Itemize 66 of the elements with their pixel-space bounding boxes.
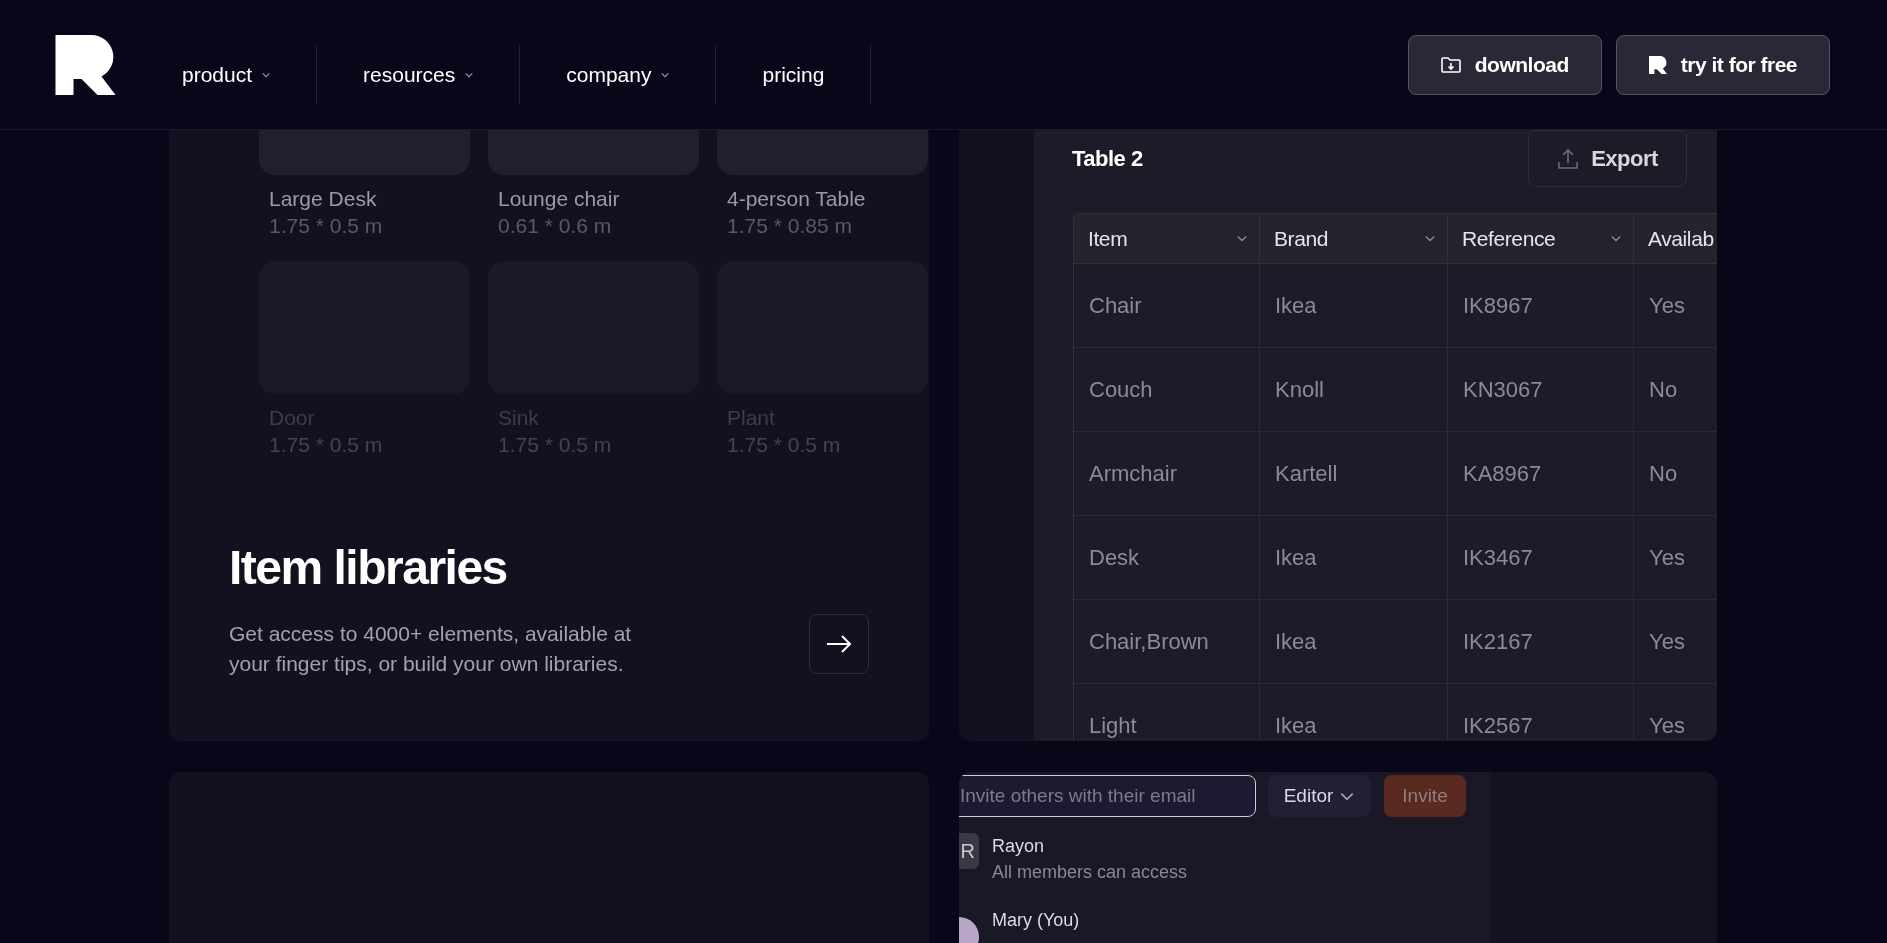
arrow-right-icon — [826, 634, 852, 654]
download-button[interactable]: download — [1407, 34, 1602, 95]
table-cell: Ikea — [1260, 684, 1448, 741]
item-thumbnail[interactable] — [717, 130, 928, 175]
member-detail: All members can access — [992, 861, 1188, 884]
email-field[interactable]: Invite others with their email — [959, 775, 1256, 817]
download-folder-icon — [1440, 55, 1461, 74]
table-cell: IK2167 — [1448, 600, 1634, 683]
chevron-down-icon — [661, 71, 670, 78]
table-cell: Knoll — [1260, 348, 1448, 431]
item-name: 4-person Table — [726, 186, 867, 212]
item-size: 1.75 * 0.5 m — [268, 213, 384, 239]
role-dropdown[interactable]: Editor — [1268, 775, 1371, 817]
table-cell: Yes — [1634, 600, 1717, 683]
card-description: Get access to 4000+ elements, available at your finger tips, or build your own libraries. — [229, 621, 633, 677]
member-name: Rayon — [992, 835, 1046, 858]
table-cell: KN3067 — [1448, 348, 1634, 431]
try-free-button[interactable]: try it for free — [1615, 34, 1830, 95]
logo-icon — [1648, 55, 1667, 74]
table-cell: Desk — [1074, 516, 1260, 599]
table-cell: No — [1634, 432, 1717, 515]
table-cell: Yes — [1634, 264, 1717, 347]
table-cell: Ikea — [1260, 264, 1448, 347]
member-name: Mary (You) — [992, 909, 1080, 932]
column-header[interactable]: Item — [1074, 214, 1260, 263]
table-cell: Armchair — [1074, 432, 1260, 515]
table-cell: No — [1634, 348, 1717, 431]
logo[interactable] — [55, 34, 116, 95]
table-cell: Yes — [1634, 684, 1717, 741]
table-cell: KA8967 — [1448, 432, 1634, 515]
member-avatar: R — [959, 833, 979, 869]
column-header[interactable]: Availab — [1634, 214, 1717, 263]
nav-link[interactable]: company — [520, 58, 716, 91]
chevron-down-icon — [1611, 235, 1621, 242]
item-name: Lounge chair — [497, 186, 621, 212]
table-title: Table 2 — [1072, 145, 1143, 173]
chevron-down-icon — [1339, 791, 1356, 801]
table-cell: IK3467 — [1448, 516, 1634, 599]
card-title: Item libraries — [228, 540, 508, 596]
table-cell: Yes — [1634, 516, 1717, 599]
column-header[interactable]: Brand — [1260, 214, 1448, 263]
table-cell: Couch — [1074, 348, 1260, 431]
item-size: 0.61 * 0.6 m — [497, 213, 613, 239]
item-thumbnail[interactable] — [488, 130, 699, 175]
table-cell: IK2567 — [1448, 684, 1634, 741]
item-thumbnail[interactable] — [259, 130, 470, 175]
table-cell: Chair — [1074, 264, 1260, 347]
export-button[interactable]: Export — [1528, 130, 1687, 187]
table-cell: Chair,Brown — [1074, 600, 1260, 683]
nav-link[interactable]: product — [136, 58, 317, 91]
table-cell: Ikea — [1260, 600, 1448, 683]
table-cell: Kartell — [1260, 432, 1448, 515]
chevron-down-icon — [1237, 235, 1247, 242]
column-header[interactable]: Reference — [1448, 214, 1634, 263]
item-size: 1.75 * 0.85 m — [726, 213, 853, 239]
table-cell: Light — [1074, 684, 1260, 741]
chevron-down-icon — [262, 71, 271, 78]
item-name: Large Desk — [268, 186, 378, 212]
upload-icon — [1557, 147, 1580, 170]
chevron-down-icon — [1425, 235, 1435, 242]
nav-link[interactable]: pricing — [716, 58, 871, 91]
table-cell: IK8967 — [1448, 264, 1634, 347]
nav-link[interactable]: resources — [317, 58, 520, 91]
table-cell: Ikea — [1260, 516, 1448, 599]
arrow-button[interactable] — [809, 614, 869, 674]
chevron-down-icon — [465, 71, 474, 78]
